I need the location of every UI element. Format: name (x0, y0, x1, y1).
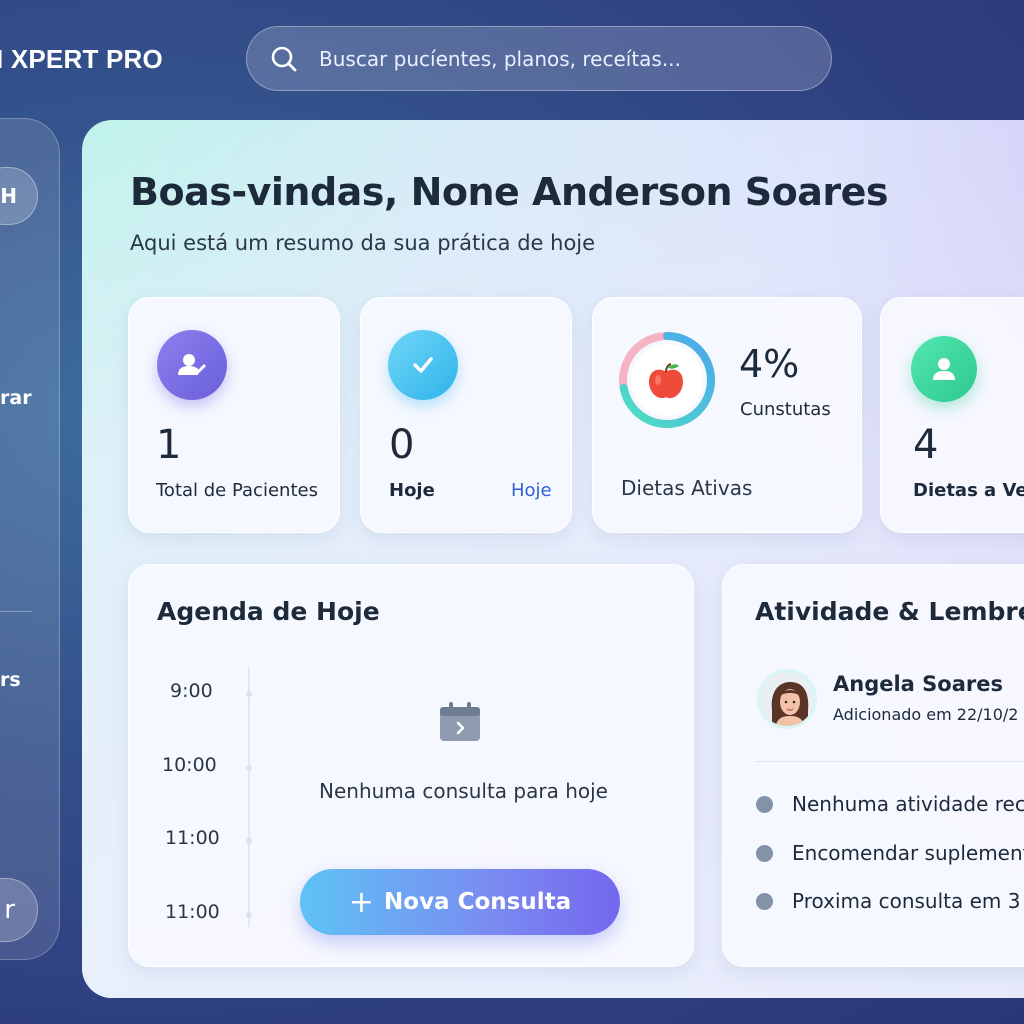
user-icon (911, 336, 977, 402)
stat-card-diets[interactable]: 4% Cunstutas Dietas Ativas (592, 297, 862, 533)
app-logo: I XPERT PRO (0, 44, 163, 74)
stat-card-due[interactable]: 4 Dietas a Ve (880, 297, 1024, 533)
stat-card-today[interactable]: 0 Hoje Hoje (360, 297, 572, 533)
search-icon (271, 46, 297, 71)
agenda-empty-text: Nenhuma consulta para hoje (319, 779, 608, 803)
diet-percent-label: Cunstutas (740, 399, 831, 420)
activity-person-name: Angela Soares (833, 672, 1003, 696)
bullet-icon (756, 893, 773, 910)
stat-due-value: 4 (913, 422, 939, 468)
stat-today-value: 0 (389, 422, 415, 468)
timeline-line (248, 667, 250, 927)
page-subtitle: Aqui está um resumo da sua prática de ho… (130, 231, 596, 255)
stat-today-label: Hoje (389, 480, 435, 501)
apple-icon (649, 363, 683, 399)
agenda-title: Agenda de Hoje (157, 597, 380, 626)
main-panel: Boas-vindas, None Anderson Soares Aqui e… (82, 120, 1024, 998)
stat-due-label: Dietas a Ve (913, 480, 1024, 501)
avatar[interactable] (757, 669, 817, 729)
plus-icon: + (348, 884, 375, 920)
agenda-time: 11:00 (165, 901, 220, 923)
diet-percent: 4% (739, 342, 800, 386)
user-edit-icon (157, 330, 227, 400)
sidebar-divider (0, 611, 32, 612)
agenda-time: 9:00 (170, 680, 213, 702)
activity-card: Atividade & Lembret Angela Soares Adicio… (722, 564, 1024, 967)
timeline-tick (246, 912, 252, 918)
timeline-tick (246, 765, 252, 771)
new-appointment-button[interactable]: + Nova Consulta (300, 869, 620, 935)
sidebar-item-b[interactable]: rs (0, 669, 21, 691)
activity-item: Proxima consulta em 3 d (792, 889, 1024, 913)
agenda-time: 10:00 (162, 754, 217, 776)
search-bar[interactable] (246, 26, 832, 91)
agenda-card: Agenda de Hoje 9:00 10:00 11:00 11:00 Ne… (128, 564, 694, 967)
activity-person-added: Adicionado em 22/10/2 (833, 705, 1019, 724)
stat-card-patients[interactable]: 1 Total de Pacientes (128, 297, 340, 533)
timeline-tick (246, 838, 252, 844)
check-icon (388, 330, 458, 400)
sidebar (0, 118, 60, 960)
calendar-icon (440, 702, 480, 741)
stat-patients-label: Total de Pacientes (156, 480, 318, 501)
activity-item: Encomendar suplement (792, 841, 1024, 865)
new-appointment-label: Nova Consulta (384, 889, 572, 915)
stat-diets-label: Dietas Ativas (621, 476, 753, 500)
stat-today-link[interactable]: Hoje (511, 480, 552, 501)
search-input[interactable] (319, 46, 799, 71)
activity-title: Atividade & Lembret (755, 597, 1024, 626)
sidebar-item-a[interactable]: rar (0, 387, 32, 409)
stat-patients-value: 1 (156, 422, 182, 468)
agenda-time: 11:00 (165, 827, 220, 849)
activity-divider (755, 761, 1024, 762)
activity-item: Nenhuma atividade rece (792, 792, 1024, 816)
page-title: Boas-vindas, None Anderson Soares (130, 170, 888, 214)
timeline-tick (246, 691, 252, 697)
bullet-icon (756, 796, 773, 813)
bullet-icon (756, 845, 773, 862)
